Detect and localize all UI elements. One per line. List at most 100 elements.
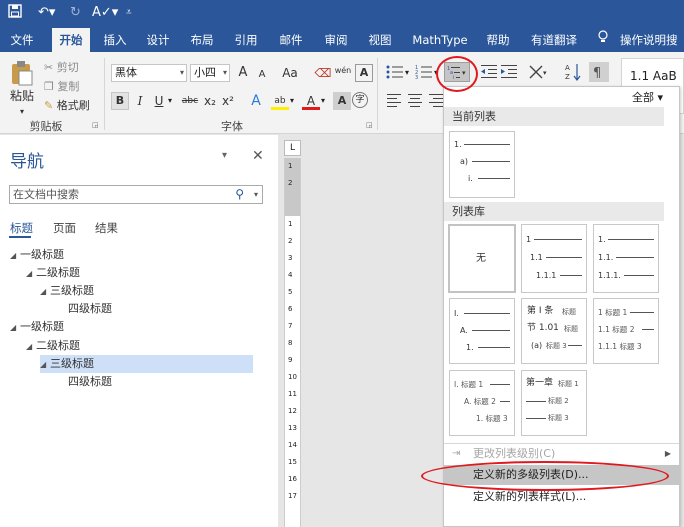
decrease-indent-icon[interactable] (480, 64, 498, 83)
tab-file[interactable]: 文件 (4, 28, 40, 52)
tab-pages[interactable]: 页面 (53, 220, 76, 236)
tab-home[interactable]: 开始 (52, 28, 90, 52)
ruler-numbers-top: 12 (288, 162, 293, 187)
bullets-dropdown-icon[interactable]: ▾ (405, 68, 409, 77)
asian-layout-icon[interactable]: ▾ (528, 64, 550, 83)
shrink-font-icon[interactable]: A (253, 66, 271, 84)
svg-text:▾: ▾ (543, 69, 547, 77)
tab-insert[interactable]: 插入 (98, 28, 132, 52)
tree-item-h2[interactable]: ◢ 二级标题 (26, 337, 250, 355)
tab-review[interactable]: 审阅 (318, 28, 354, 52)
clipboard-launcher-icon[interactable]: ◲ (92, 121, 99, 129)
superscript-button[interactable]: x² (219, 92, 237, 110)
list-style-2-thumbnail[interactable]: 1. 1.1. 1.1.1. (593, 224, 659, 293)
search-icon[interactable]: ⚲ (235, 186, 244, 203)
list-style-5-thumbnail[interactable]: 1 标题 1 1.1 标题 2 1.1.1 标题 3 (593, 298, 659, 364)
font-launcher-icon[interactable]: ◲ (366, 121, 373, 129)
tab-headings[interactable]: 标题 (10, 220, 33, 236)
align-center-icon[interactable] (406, 92, 424, 111)
collapse-icon[interactable]: ◢ (10, 247, 20, 265)
tab-mathtype[interactable]: MathType (410, 28, 470, 52)
search-options-icon[interactable]: ▾ (254, 186, 258, 203)
subscript-button[interactable]: x₂ (201, 92, 219, 110)
tab-references[interactable]: 引用 (228, 28, 264, 52)
tab-youdao[interactable]: 有道翻译 (526, 28, 582, 52)
underline-button[interactable]: U (150, 92, 168, 110)
format-painter-button[interactable]: ✎ 格式刷 (44, 98, 90, 114)
annotation-circle-multilevel-button (436, 56, 478, 92)
tree-item-h1[interactable]: ◢ 一级标题 (10, 246, 250, 264)
tree-item-h4[interactable]: 四级标题 (68, 300, 250, 318)
filter-dropdown[interactable]: 全部 ▾ (632, 89, 663, 105)
tree-item-h2[interactable]: ◢ 二级标题 (26, 264, 250, 282)
bold-button[interactable]: B (111, 92, 129, 110)
collapse-icon[interactable]: ◢ (10, 319, 20, 337)
strikethrough-button[interactable]: abc (179, 92, 201, 110)
enclose-characters-icon[interactable]: 字 (352, 92, 368, 108)
svg-text:¶: ¶ (593, 66, 601, 81)
vertical-ruler[interactable]: 12 12 34 56 78 9 10 11 12 13 14 15 16 17 (284, 158, 301, 527)
list-library-header: 列表库 (444, 202, 664, 221)
italic-button[interactable]: I (131, 92, 149, 110)
highlight-icon[interactable]: ab (271, 92, 289, 110)
tell-me-search[interactable]: 操作说明搜索 (620, 28, 684, 71)
collapse-icon[interactable]: ◢ (26, 338, 36, 356)
tab-design[interactable]: 设计 (140, 28, 176, 52)
search-input[interactable]: 在文档中搜索 ⚲ ▾ (9, 185, 263, 204)
align-right-icon[interactable] (426, 92, 444, 110)
current-list-thumbnail[interactable]: 1. a) i. (449, 131, 515, 198)
grow-font-icon[interactable]: A (234, 64, 252, 82)
font-color-icon[interactable]: A (302, 92, 320, 110)
tree-item-h1[interactable]: ◢ 一级标题 (10, 318, 250, 336)
change-case-button[interactable]: Aa (276, 64, 304, 82)
tab-mailings[interactable]: 邮件 (273, 28, 309, 52)
tab-results[interactable]: 结果 (95, 220, 118, 236)
show-marks-icon[interactable]: ¶ (589, 62, 609, 82)
collapse-icon[interactable]: ◢ (40, 283, 50, 301)
character-border-icon[interactable]: A (355, 64, 373, 82)
font-name-combo[interactable]: 黑体 ▾ (111, 64, 187, 82)
tab-help[interactable]: 帮助 (480, 28, 516, 52)
tab-layout[interactable]: 布局 (184, 28, 220, 52)
align-left-icon[interactable] (386, 92, 404, 111)
character-shading-icon[interactable]: A (333, 92, 351, 110)
group-separator (377, 58, 378, 130)
close-icon[interactable]: ✕ (252, 148, 264, 164)
highlight-dropdown-icon[interactable]: ▾ (290, 96, 294, 105)
paste-button[interactable]: 粘贴 (10, 88, 34, 104)
paste-icon[interactable] (10, 60, 34, 86)
spelling-icon[interactable]: A✓▾ (92, 4, 118, 22)
annotation-circle-define-list (421, 461, 669, 491)
collapse-icon[interactable]: ◢ (26, 265, 36, 283)
customize-qat-icon[interactable]: ⩡ (126, 4, 132, 22)
list-none-thumbnail[interactable]: 无 (448, 224, 516, 293)
phonetic-guide-icon[interactable]: wén (333, 62, 353, 80)
collapse-icon[interactable]: ◢ (40, 356, 50, 374)
list-style-3-thumbnail[interactable]: I. A. 1. (449, 298, 515, 364)
list-style-7-thumbnail[interactable]: 第一章 标题 1 标题 2 标题 3 (521, 370, 587, 436)
clear-formatting-icon[interactable]: ⌫ (314, 64, 332, 82)
increase-indent-icon[interactable] (500, 64, 518, 83)
font-size-combo[interactable]: 小四 ▾ (190, 64, 230, 82)
pane-options-icon[interactable]: ▾ (222, 150, 227, 161)
tree-item-h3-selected[interactable]: ◢ 三级标题 (40, 355, 253, 373)
tree-item-h3[interactable]: ◢ 三级标题 (40, 282, 250, 300)
list-style-6-thumbnail[interactable]: I. 标题 1 A. 标题 2 1. 标题 3 (449, 370, 515, 436)
list-style-4-thumbnail[interactable]: 第 I 条标题 节 1.01 标题 (a) 标题 3 (521, 298, 587, 364)
ruler-numbers: 12 34 56 78 9 10 11 12 13 14 15 16 17 (288, 220, 297, 500)
style-preview-heading: 1.1 AaB (630, 69, 677, 83)
paintbrush-icon: ✎ (44, 99, 57, 112)
font-color-dropdown-icon[interactable]: ▾ (321, 96, 325, 105)
redo-icon: ↻ (70, 5, 81, 20)
numbering-icon[interactable]: 123 (415, 64, 433, 83)
tab-view[interactable]: 视图 (362, 28, 398, 52)
underline-dropdown-icon[interactable]: ▾ (168, 96, 172, 105)
undo-icon[interactable]: ↶▾ (38, 4, 55, 22)
tree-item-h4[interactable]: 四级标题 (68, 373, 250, 391)
list-style-1-thumbnail[interactable]: 1 1.1 1.1.1 (521, 224, 587, 293)
save-icon[interactable] (8, 4, 22, 22)
sort-icon[interactable]: AZ (565, 62, 583, 85)
text-effects-icon[interactable]: A (247, 92, 265, 110)
bullets-icon[interactable] (386, 64, 404, 83)
tab-selector-button[interactable]: L (284, 140, 301, 156)
